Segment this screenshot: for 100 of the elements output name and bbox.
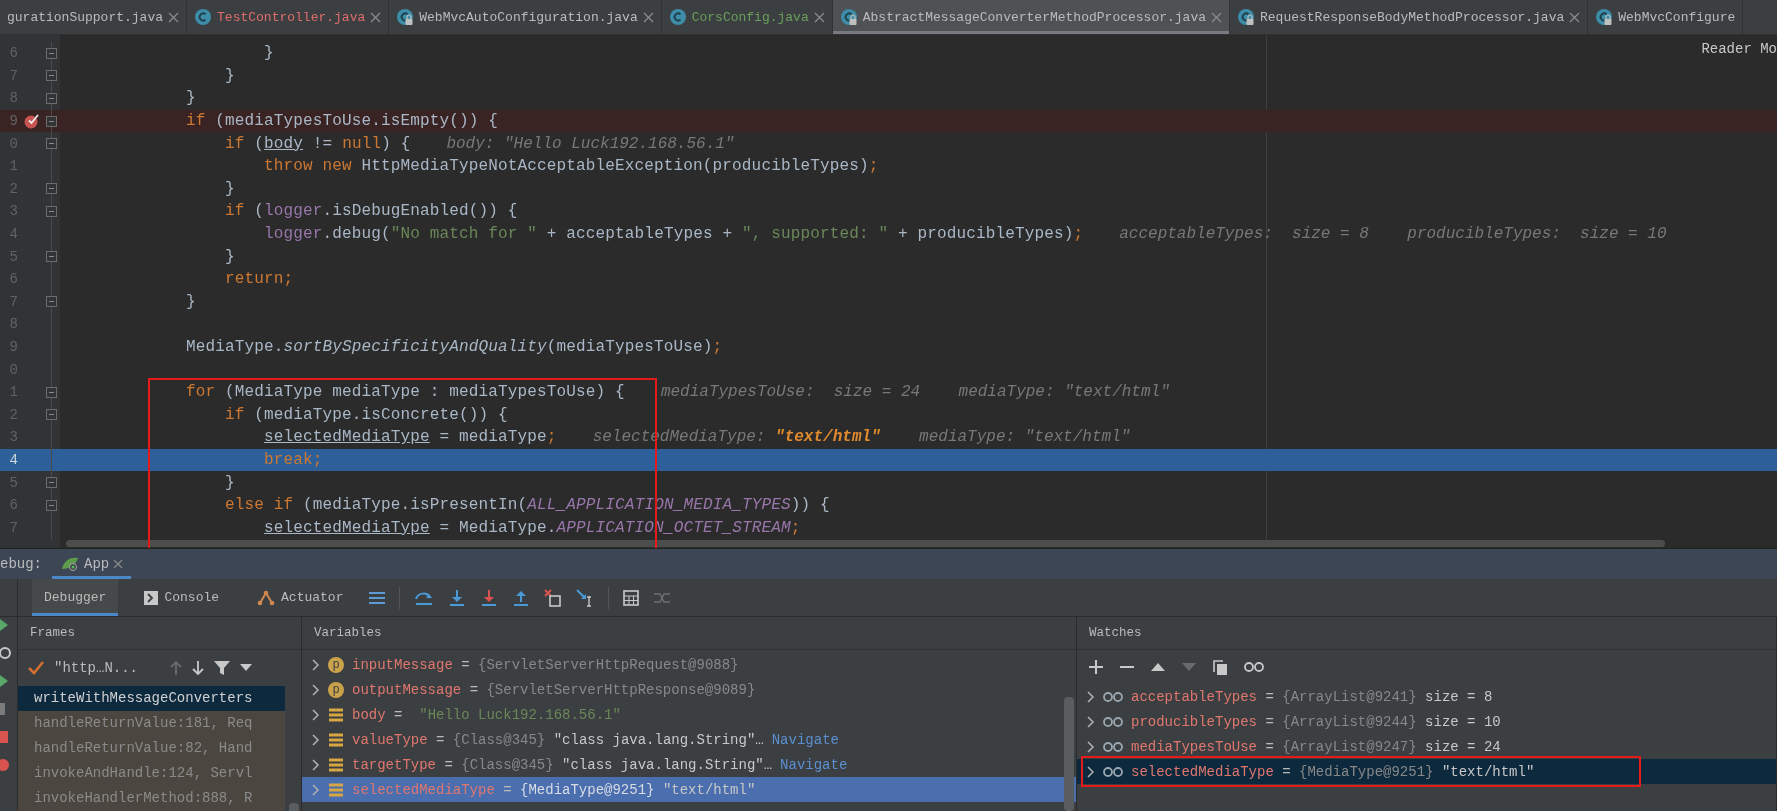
horizontal-scrollbar[interactable] (66, 540, 1665, 547)
variable-row[interactable]: valueType = {Class@345} "class java.lang.String"… Navigate (302, 727, 1076, 752)
code-line: if (mediaType.isConcrete()) { (224, 405, 508, 424)
move-down-icon[interactable] (1182, 662, 1196, 672)
caret-icon[interactable] (240, 664, 252, 672)
expand-icon[interactable] (1087, 740, 1095, 753)
field-icon (328, 706, 344, 723)
fold-icon[interactable] (46, 138, 57, 150)
code-line: return; (224, 270, 294, 289)
code-line: } (224, 473, 235, 492)
close-icon[interactable] (168, 11, 180, 23)
debug-label: ebug: (0, 556, 42, 572)
watch-row[interactable]: acceptableTypes = {ArrayList@9241} size = 8 (1077, 684, 1776, 709)
watch-text: producibleTypes = {ArrayList@9244} size = 10 (1131, 713, 1501, 730)
file-tab[interactable]: AbstractMessageConverterMethodProcessor.java (832, 0, 1230, 34)
reader-mode-link[interactable]: Reader Mo (1701, 41, 1777, 57)
inline-value-hint: mediaTypesToUse: size = 24 mediaType: "text/html" (660, 383, 1170, 402)
vertical-scrollbar[interactable] (1064, 697, 1074, 811)
navigate-link[interactable]: Navigate (771, 731, 839, 748)
code-line: MediaType.sortBySpecificityAndQuality(mediaTypesToUse); (185, 338, 723, 356)
watch-text: mediaTypesToUse = {ArrayList@9247} size = 24 (1131, 738, 1501, 755)
stack-frame[interactable]: writeWithMessageConverters (18, 686, 285, 711)
close-icon[interactable] (642, 11, 654, 23)
file-tab[interactable]: CorsConfig.java (661, 0, 833, 34)
arrow-up-icon[interactable] (170, 660, 182, 676)
expand-icon[interactable] (312, 683, 320, 696)
menu-icon[interactable] (369, 590, 386, 605)
variable-row[interactable]: targetType = {Class@345} "class java.lang.String"… Navigate (302, 752, 1076, 777)
line-number: 4 (8, 452, 18, 468)
watch-row[interactable]: mediaTypesToUse = {ArrayList@9247} size = 24 (1077, 734, 1776, 759)
debugger-tab[interactable]: Console (132, 579, 232, 616)
session-tab[interactable]: App (52, 549, 132, 579)
actuator-icon (257, 589, 276, 606)
move-up-icon[interactable] (1151, 662, 1165, 672)
code-line: for (MediaType mediaType : mediaTypesToUse) { (185, 383, 625, 402)
close-icon[interactable] (813, 11, 825, 23)
breakpoint-icon[interactable] (24, 113, 40, 130)
expand-icon[interactable] (312, 758, 320, 771)
close-icon[interactable] (370, 11, 382, 23)
expand-icon[interactable] (1087, 765, 1095, 778)
inline-value-hint: body: "Hello Luck192.168.56.1" (446, 134, 735, 153)
file-tab[interactable]: WebMvcAutoConfiguration.java (389, 0, 662, 34)
file-tab[interactable]: RequestResponseBodyMethodProcessor.java (1230, 0, 1589, 34)
filter-icon[interactable] (214, 660, 230, 676)
fold-icon[interactable] (46, 70, 57, 82)
variable-row[interactable]: selectedMediaType = {MediaType@9251} "text/html" (302, 777, 1076, 802)
expand-icon[interactable] (312, 733, 320, 746)
drop-frame-icon[interactable] (544, 588, 563, 607)
variable-text: valueType = {Class@345} "class java.lang.String"… (352, 731, 764, 748)
expand-icon[interactable] (312, 708, 320, 721)
watch-text: selectedMediaType = {MediaType@9251} "text/html" (1131, 763, 1535, 780)
expand-icon[interactable] (1087, 690, 1095, 703)
inline-value-hint: acceptableTypes: size = 8 producibleTypes: size = 10 (1119, 225, 1667, 244)
debugger-tab[interactable]: Actuator (245, 579, 356, 616)
fold-icon[interactable] (46, 251, 57, 263)
watch-row[interactable]: producibleTypes = {ArrayList@9244} size = 10 (1077, 709, 1776, 734)
fold-icon[interactable] (46, 47, 57, 59)
close-icon[interactable] (1569, 11, 1581, 23)
fold-icon[interactable] (46, 296, 57, 308)
copy-icon[interactable] (1213, 659, 1227, 675)
panel-title: Watches (1089, 626, 1142, 640)
step-into-icon[interactable] (448, 588, 467, 607)
file-tab[interactable]: WebMvcConfigure (1588, 0, 1744, 34)
variable-row[interactable]: p outputMessage = {ServletServerHttpResponse@9089} (302, 677, 1076, 702)
fold-icon[interactable] (46, 409, 57, 421)
code-line: } (224, 247, 235, 266)
panel-title: Variables (314, 626, 382, 640)
navigate-link[interactable]: Navigate (780, 756, 848, 773)
variable-text: targetType = {Class@345} "class java.lang.String"… (352, 756, 773, 773)
file-tab[interactable]: gurationSupport.java (0, 0, 188, 34)
arrow-down-icon[interactable] (192, 660, 204, 676)
expand-icon[interactable] (312, 658, 320, 671)
thread-dropdown[interactable]: "http…N... (54, 660, 138, 676)
glasses-icon (1103, 741, 1123, 752)
fold-icon[interactable] (46, 477, 57, 489)
close-icon[interactable] (113, 559, 124, 569)
code-line: if (mediaTypesToUse.isEmpty()) { (185, 112, 499, 131)
add-icon[interactable] (1089, 660, 1103, 674)
fold-icon[interactable] (46, 386, 57, 398)
field-icon (328, 756, 344, 773)
fold-icon[interactable] (46, 183, 57, 195)
code-line: selectedMediaType = mediaType; (263, 428, 557, 447)
fold-icon[interactable] (46, 205, 57, 217)
close-icon[interactable] (1211, 11, 1222, 23)
force-step-into-icon[interactable] (480, 588, 499, 607)
watch-row[interactable]: selectedMediaType = {MediaType@9251} "text/html" (1077, 759, 1776, 784)
field-icon (328, 731, 344, 748)
fold-icon[interactable] (46, 115, 57, 127)
fold-icon[interactable] (46, 499, 57, 511)
expand-icon[interactable] (1087, 715, 1095, 728)
calculator-icon[interactable] (623, 589, 640, 606)
variable-text: outputMessage = {ServletServerHttpResponse@9089} (352, 681, 757, 698)
variable-row[interactable]: body = "Hello Luck192.168.56.1" (302, 702, 1076, 727)
debugger-tab[interactable]: Debugger (32, 579, 119, 616)
fold-icon[interactable] (46, 93, 57, 104)
file-tab[interactable]: TestController.java (187, 0, 390, 34)
step-out-icon[interactable] (512, 588, 531, 607)
glasses-icon[interactable] (1244, 662, 1264, 672)
parameter-icon: p (328, 656, 344, 673)
variable-row[interactable]: p inputMessage = {ServletServerHttpRequest@9088} (302, 652, 1076, 677)
